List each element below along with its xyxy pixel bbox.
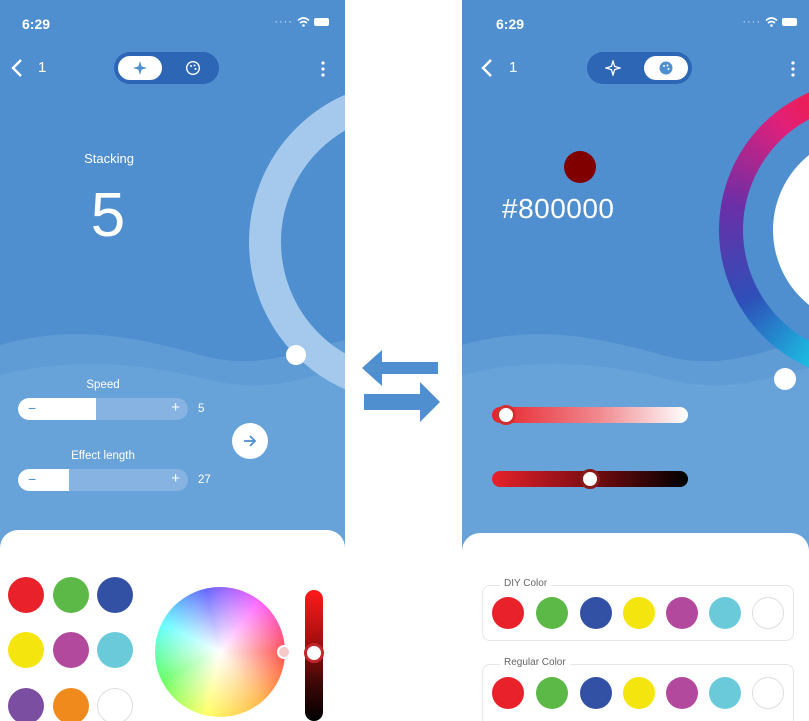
diy-color-label: DIY Color (500, 578, 552, 589)
mode-value: 5 (90, 181, 126, 250)
diy-color-swatch[interactable] (623, 597, 655, 629)
status-time: 6:29 (496, 16, 525, 32)
effect-length-stepper[interactable]: − + (18, 469, 188, 491)
speed-label: Speed (86, 379, 120, 391)
arrow-right-icon (244, 435, 257, 447)
speed-value: 5 (198, 403, 205, 415)
effect-length-decrease-button[interactable]: − (28, 471, 36, 487)
color-wheel[interactable] (155, 587, 291, 717)
color-mode-tab[interactable] (171, 56, 215, 80)
diy-color-swatch[interactable] (752, 597, 784, 629)
status-icons: ···· (274, 16, 329, 28)
more-menu-icon[interactable] (788, 60, 798, 78)
battery-icon (782, 18, 797, 26)
color-mode-tab[interactable] (644, 56, 688, 80)
speed-dial-ring[interactable] (240, 90, 345, 400)
regular-color-swatch[interactable] (492, 677, 524, 709)
color-wheel-handle[interactable] (277, 645, 291, 659)
diy-color-swatch[interactable] (709, 597, 741, 629)
regular-color-swatch[interactable] (580, 677, 612, 709)
regular-color-swatch[interactable] (752, 677, 784, 709)
wifi-icon (297, 17, 310, 27)
speed-stepper[interactable]: − + (18, 398, 188, 420)
signal-icon: ···· (274, 16, 293, 28)
preset-color-swatch[interactable] (8, 577, 44, 613)
regular-color-swatch[interactable] (536, 677, 568, 709)
diy-color-swatch[interactable] (666, 597, 698, 629)
diy-color-swatch[interactable] (580, 597, 612, 629)
sparkle-icon (133, 61, 147, 75)
preset-color-swatch[interactable] (53, 688, 89, 721)
signal-icon: ···· (742, 16, 761, 28)
back-arrow-icon[interactable] (10, 58, 26, 78)
chevron-up-icon[interactable] (309, 200, 329, 214)
effect-length-increase-button[interactable]: + (171, 470, 180, 487)
regular-color-label: Regular Color (500, 657, 570, 668)
saturation-slider-handle[interactable] (495, 405, 516, 425)
brightness-slider-vertical[interactable] (304, 590, 324, 721)
speed-increase-button[interactable]: + (171, 399, 180, 416)
left-phone-screen: 6:29 ···· 1 Stacking 5 Speed − + 5 Effec… (0, 0, 345, 721)
preset-color-swatch[interactable] (53, 632, 89, 668)
preset-color-swatch[interactable] (97, 688, 133, 721)
preset-color-swatch[interactable] (53, 577, 89, 613)
saturation-slider[interactable] (492, 405, 688, 425)
selected-color-hex: #800000 (502, 193, 615, 224)
effects-mode-tab[interactable] (118, 56, 162, 80)
brightness-slider[interactable] (492, 469, 688, 489)
preset-color-swatch[interactable] (8, 688, 44, 721)
right-wave-decoration (462, 334, 809, 550)
mode-toggle[interactable] (587, 52, 692, 84)
effect-length-fill (18, 469, 69, 491)
brightness-slider-handle[interactable] (304, 643, 324, 663)
effect-length-value: 27 (198, 474, 211, 486)
speed-decrease-button[interactable]: − (28, 400, 36, 416)
nav-counter: 1 (38, 59, 47, 76)
palette-icon (185, 60, 201, 76)
mode-toggle[interactable] (114, 52, 219, 84)
back-arrow-icon[interactable] (480, 58, 496, 78)
mode-title: Stacking (84, 151, 134, 166)
effect-length-label: Effect length (71, 450, 135, 462)
nav-counter: 1 (509, 59, 518, 76)
regular-color-swatch[interactable] (623, 677, 655, 709)
preset-color-swatch[interactable] (97, 577, 133, 613)
regular-color-swatch[interactable] (666, 677, 698, 709)
more-menu-icon[interactable] (318, 60, 328, 78)
preset-color-swatch[interactable] (97, 632, 133, 668)
wifi-icon (765, 17, 778, 27)
sparkle-icon (605, 60, 621, 76)
battery-icon (314, 18, 329, 26)
brightness-slider-handle[interactable] (580, 469, 600, 489)
dial-handle[interactable] (286, 345, 306, 365)
palette-icon (659, 61, 673, 75)
diy-color-swatch[interactable] (536, 597, 568, 629)
selected-color-swatch (564, 151, 596, 183)
next-button[interactable] (232, 423, 268, 459)
right-phone-screen: 6:29 ···· 1 #800000 DIY Color Regular Co… (462, 0, 809, 721)
swap-arrows-icon (362, 350, 440, 422)
diy-color-swatch[interactable] (492, 597, 524, 629)
chevron-down-icon[interactable] (309, 303, 329, 317)
hue-ring-handle[interactable] (774, 368, 796, 390)
status-icons: ···· (742, 16, 797, 28)
preset-color-swatch[interactable] (8, 632, 44, 668)
regular-color-swatch[interactable] (709, 677, 741, 709)
effects-mode-tab[interactable] (591, 56, 635, 80)
status-time: 6:29 (22, 16, 51, 32)
